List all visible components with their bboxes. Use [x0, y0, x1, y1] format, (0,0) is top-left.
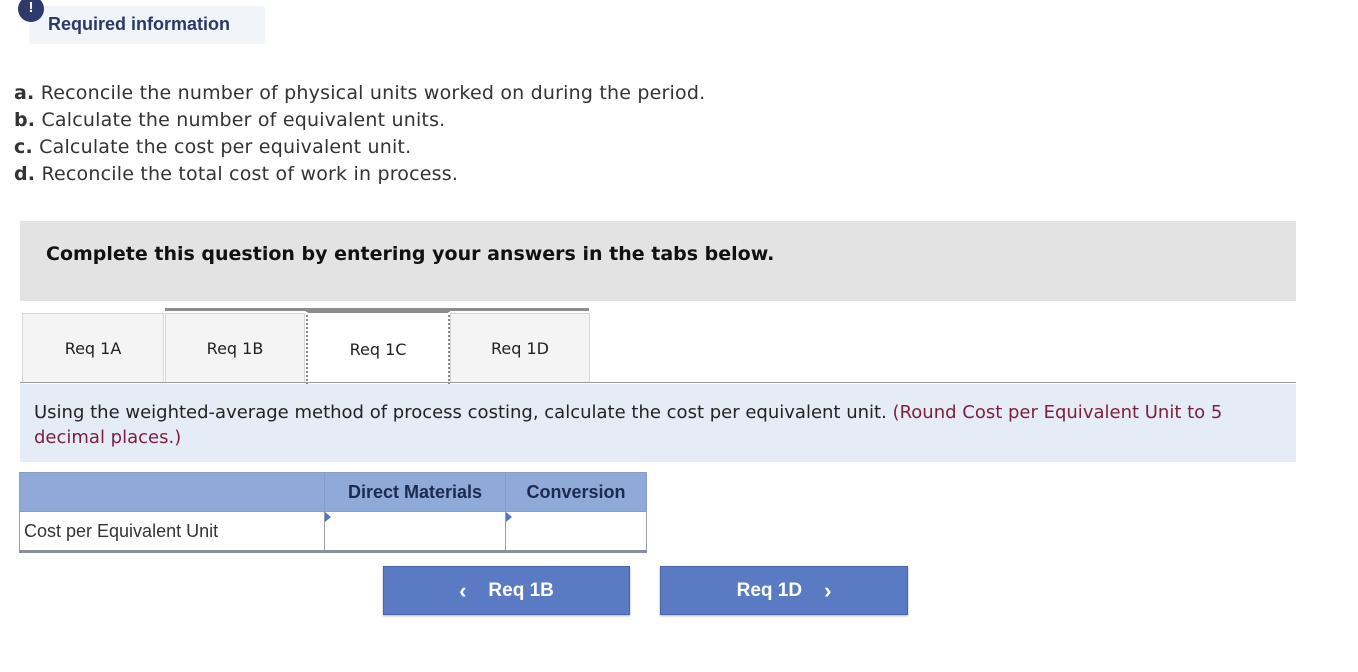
table-header-direct-materials: Direct Materials	[324, 472, 506, 512]
requirement-text: Reconcile the total cost of work in proc…	[41, 163, 459, 185]
row-label: Cost per Equivalent Unit	[19, 511, 325, 553]
next-req-1d-button[interactable]: Req 1D ›	[660, 566, 908, 615]
tab-label: Req 1A	[64, 338, 122, 358]
direct-materials-input[interactable]	[325, 513, 505, 549]
prev-req-1b-button[interactable]: ‹ Req 1B	[383, 566, 630, 615]
tab-bar: Req 1A Req 1B Req 1C Req 1D	[20, 308, 1296, 385]
table-row: Cost per Equivalent Unit	[19, 511, 647, 553]
tab-req-1d[interactable]: Req 1D	[450, 313, 590, 382]
input-marker-icon	[506, 512, 512, 522]
question-prompt: Using the weighted-average method of pro…	[34, 402, 887, 423]
requirement-letter: c.	[14, 136, 33, 158]
requirement-item: c. Calculate the cost per equivalent uni…	[14, 134, 705, 161]
requirements-list: a. Reconcile the number of physical unit…	[14, 80, 705, 188]
requirement-letter: a.	[14, 82, 35, 104]
instruction-text: Complete this question by entering your …	[46, 243, 775, 265]
answer-table: Direct Materials Conversion Cost per Equ…	[19, 472, 647, 553]
tab-baseline	[20, 382, 1296, 383]
tab-label: Req 1B	[206, 338, 264, 358]
tab-label: Req 1C	[349, 339, 407, 359]
requirement-letter: b.	[14, 109, 36, 131]
table-header-conversion: Conversion	[505, 472, 647, 512]
question-panel: Using the weighted-average method of pro…	[20, 384, 1296, 462]
requirement-text: Calculate the number of equivalent units…	[41, 109, 446, 131]
tab-req-1c[interactable]: Req 1C	[306, 310, 450, 385]
table-header-row: Direct Materials Conversion	[19, 472, 647, 512]
requirement-text: Calculate the cost per equivalent unit.	[39, 136, 412, 158]
input-marker-icon	[325, 512, 331, 522]
requirement-item: b. Calculate the number of equivalent un…	[14, 107, 705, 134]
chevron-right-icon: ›	[824, 577, 832, 603]
table-header-blank	[19, 472, 325, 512]
required-information-title: Required information	[48, 14, 231, 34]
prev-button-label: Req 1B	[488, 579, 554, 601]
requirement-letter: d.	[14, 163, 36, 185]
tab-req-1a[interactable]: Req 1A	[22, 313, 164, 382]
tab-req-1b[interactable]: Req 1B	[165, 313, 305, 382]
requirement-item: a. Reconcile the number of physical unit…	[14, 80, 705, 107]
next-button-label: Req 1D	[736, 579, 803, 601]
conversion-input[interactable]	[506, 513, 646, 549]
instruction-banner: Complete this question by entering your …	[20, 221, 1296, 301]
tab-label: Req 1D	[491, 338, 549, 358]
chevron-left-icon: ‹	[459, 577, 467, 603]
requirement-text: Reconcile the number of physical units w…	[40, 82, 706, 104]
conversion-cell	[505, 511, 647, 553]
requirement-item: d. Reconcile the total cost of work in p…	[14, 161, 705, 188]
question-text: Using the weighted-average method of pro…	[34, 400, 1284, 450]
direct-materials-cell	[324, 511, 506, 553]
